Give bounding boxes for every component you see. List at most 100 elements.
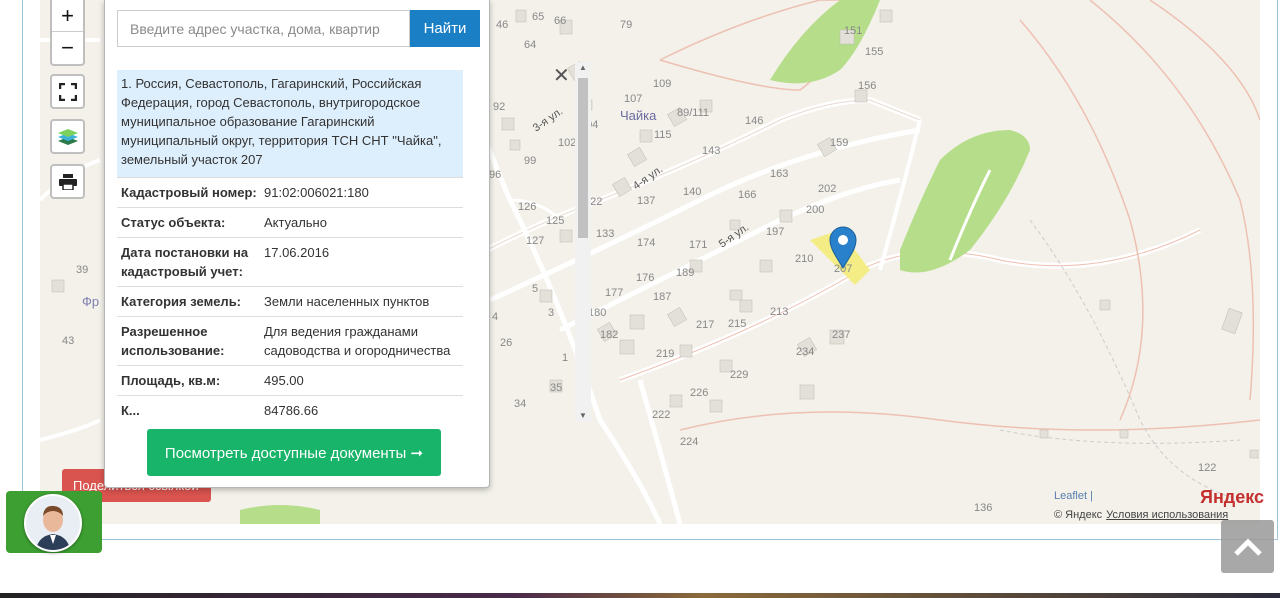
svg-text:34: 34 (514, 398, 526, 410)
zoom-in-button[interactable]: + (52, 0, 83, 32)
scroll-to-top-button[interactable] (1221, 520, 1274, 573)
info-row: Дата постановки на кадастровый учет: 17.0… (117, 237, 463, 286)
svg-text:182: 182 (600, 329, 618, 341)
scrollbar-thumb[interactable] (578, 78, 588, 238)
svg-text:65: 65 (532, 11, 544, 23)
attribution-leaflet[interactable]: Leaflet | (1054, 490, 1093, 502)
info-row: Категория земель: Земли населенных пункто… (117, 286, 463, 316)
yandex-copyright: © Яндекс (1054, 509, 1103, 521)
svg-text:89/111: 89/111 (677, 107, 709, 119)
svg-text:163: 163 (770, 168, 788, 180)
svg-text:187: 187 (653, 291, 671, 303)
info-value: Актуально (264, 215, 327, 230)
info-row: Статус объекта: Актуально (117, 207, 463, 237)
info-row: Разрешенное использование: Для ведения гр… (117, 316, 463, 365)
scroll-up-icon[interactable]: ▲ (575, 62, 591, 74)
svg-text:159: 159 (830, 137, 848, 149)
info-key: Категория земель: (121, 294, 242, 309)
info-row: К... 84786.66 (117, 395, 463, 422)
info-value: Для ведения гражданами садоводства и ого… (264, 324, 451, 358)
svg-text:126: 126 (518, 201, 536, 213)
svg-text:92: 92 (493, 101, 505, 113)
zoom-control: + − (50, 0, 85, 66)
svg-text:136: 136 (974, 502, 992, 514)
info-key: К... (121, 403, 140, 418)
svg-text:176: 176 (636, 272, 654, 284)
info-value: 495.00 (264, 373, 304, 388)
svg-text:137: 137 (637, 195, 655, 207)
svg-text:122: 122 (1198, 462, 1216, 474)
svg-text:3: 3 (548, 307, 554, 319)
svg-text:4: 4 (492, 311, 498, 323)
svg-text:125: 125 (546, 215, 564, 227)
chevron-up-icon (1233, 537, 1262, 556)
svg-text:174: 174 (637, 237, 655, 249)
bottom-edge (0, 593, 1280, 598)
close-icon[interactable]: ✕ (553, 66, 570, 86)
svg-text:3-я ул.: 3-я ул. (531, 105, 565, 134)
cadastral-popup: Найти 1. Россия, Севастополь, Гагарински… (104, 0, 591, 488)
info-key: Площадь, кв.м: (121, 373, 221, 388)
svg-text:229: 229 (730, 369, 748, 381)
address-search-input[interactable] (117, 10, 410, 47)
zoom-out-button[interactable]: − (52, 32, 83, 63)
svg-text:143: 143 (702, 145, 720, 157)
info-key: Статус объекта: (121, 215, 226, 230)
info-key: Кадастровый номер: (121, 185, 257, 200)
parcel-address: 1. Россия, Севастополь, Гагаринский, Рос… (117, 70, 463, 177)
svg-text:224: 224 (680, 436, 698, 448)
info-row: Площадь, кв.м: 495.00 (117, 365, 463, 395)
svg-text:Фр: Фр (82, 294, 99, 309)
layers-icon (57, 128, 78, 145)
svg-text:215: 215 (728, 318, 746, 330)
svg-text:155: 155 (865, 46, 883, 58)
info-value: 84786.66 (264, 403, 319, 418)
svg-text:222: 222 (652, 409, 670, 421)
view-documents-button[interactable]: Посмотреть доступные документы ➞ (147, 429, 441, 476)
print-icon (58, 173, 77, 190)
attribution-yandex: © Яндекс Условия использования (1054, 509, 1228, 521)
svg-text:133: 133 (596, 228, 614, 240)
yandex-logo: Яндекс (1200, 487, 1265, 507)
svg-text:226: 226 (690, 387, 708, 399)
svg-text:189: 189 (676, 267, 694, 279)
svg-text:140: 140 (683, 186, 701, 198)
svg-text:5: 5 (532, 283, 538, 295)
fullscreen-icon (58, 82, 77, 101)
svg-text:35: 35 (550, 382, 562, 394)
svg-text:115: 115 (654, 129, 672, 141)
svg-text:219: 219 (656, 348, 674, 360)
info-row: Кадастровый номер: 91:02:006021:180 (117, 177, 463, 207)
svg-text:200: 200 (806, 204, 824, 216)
svg-text:177: 177 (605, 287, 623, 299)
popup-scrollbar[interactable]: ▲ ▼ (575, 62, 591, 422)
svg-text:234: 234 (796, 346, 814, 358)
svg-text:156: 156 (858, 80, 876, 92)
info-value: Земли населенных пунктов (264, 294, 430, 309)
info-value: 17.06.2016 (264, 245, 330, 260)
svg-text:202: 202 (818, 183, 836, 195)
info-value: 91:02:006021:180 (264, 185, 369, 200)
svg-text:26: 26 (500, 337, 512, 349)
scroll-down-icon[interactable]: ▼ (575, 410, 591, 422)
svg-text:237: 237 (832, 329, 850, 341)
info-key: Разрешенное использование: (121, 324, 225, 358)
svg-text:1: 1 (562, 352, 568, 364)
svg-text:46: 46 (496, 19, 508, 31)
leaflet-link[interactable]: Leaflet (1054, 490, 1087, 502)
svg-text:64: 64 (524, 39, 536, 51)
search-button[interactable]: Найти (410, 10, 480, 47)
fullscreen-button[interactable] (50, 74, 85, 109)
svg-text:146: 146 (745, 115, 763, 127)
svg-text:96: 96 (489, 169, 501, 181)
svg-text:217: 217 (696, 319, 714, 331)
svg-text:39: 39 (76, 264, 88, 276)
svg-text:Чайка: Чайка (620, 108, 657, 123)
svg-text:213: 213 (770, 306, 788, 318)
layers-button[interactable] (50, 119, 85, 154)
terms-link[interactable]: Условия использования (1106, 509, 1228, 521)
avatar-icon[interactable] (24, 494, 82, 552)
print-button[interactable] (50, 164, 85, 199)
svg-text:99: 99 (524, 155, 536, 167)
svg-text:66: 66 (554, 15, 566, 27)
